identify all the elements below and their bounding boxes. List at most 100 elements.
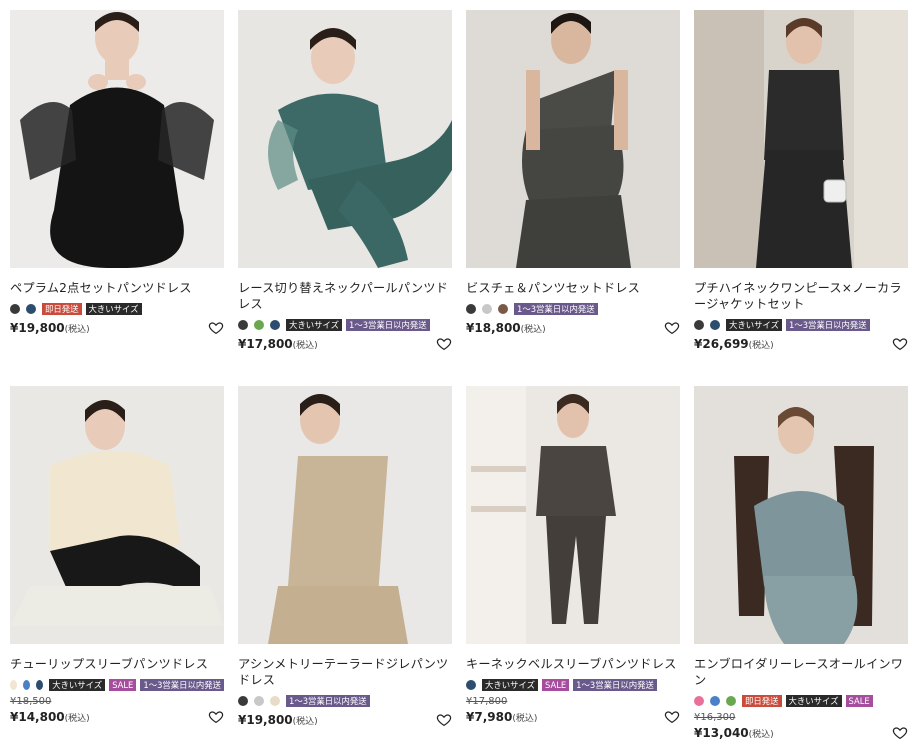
price-value: ¥19,800 — [10, 321, 65, 335]
badge-ship-1-3-days: 1〜3営業日以内発送 — [573, 679, 657, 691]
badge-sale: SALE — [845, 695, 873, 707]
product-photo[interactable] — [238, 10, 452, 268]
favorite-heart-icon[interactable] — [208, 320, 224, 336]
price-value: ¥18,800 — [466, 321, 521, 335]
badge-ship-1-3-days: 1〜3営業日以内発送 — [286, 695, 370, 707]
price: ¥18,800(税込) — [466, 321, 546, 335]
badge-sale: SALE — [109, 679, 137, 691]
color-swatch[interactable] — [498, 304, 508, 314]
color-swatch[interactable] — [694, 320, 704, 330]
color-swatch[interactable] — [482, 304, 492, 314]
price: ¥19,800(税込) — [238, 713, 318, 727]
badge-ship-1-3-days: 1〜3営業日以内発送 — [346, 319, 430, 331]
price-value: ¥13,040 — [694, 726, 749, 740]
price-row: ¥14,800(税込) — [10, 709, 224, 725]
color-swatch[interactable] — [710, 320, 720, 330]
color-swatch[interactable] — [23, 680, 31, 690]
color-swatch[interactable] — [254, 696, 264, 706]
badge-large-size: 大きいサイズ — [726, 319, 782, 331]
tax-label: (税込) — [520, 325, 546, 335]
price: ¥26,699(税込) — [694, 337, 774, 351]
badge-large-size: 大きいサイズ — [482, 679, 538, 691]
product-card[interactable]: レース切り替えネックパールパンツドレス 大きいサイズ 1〜3営業日以内発送 ¥1… — [238, 10, 452, 352]
favorite-heart-icon[interactable] — [664, 320, 680, 336]
product-image — [694, 386, 908, 644]
product-photo[interactable] — [10, 10, 224, 268]
color-swatch[interactable] — [726, 696, 736, 706]
badge-ship-1-3-days: 1〜3営業日以内発送 — [514, 303, 598, 315]
price-row: ¥7,980(税込) — [466, 709, 680, 725]
product-photo[interactable] — [694, 386, 908, 644]
product-card[interactable]: チューリップスリーブパンツドレス 大きいサイズ SALE 1〜3営業日以内発送 … — [10, 386, 225, 725]
product-title[interactable]: ビスチェ＆パンツセットドレス — [466, 280, 680, 296]
price-row: ¥19,800(税込) — [10, 320, 224, 336]
badge-large-size: 大きいサイズ — [49, 679, 106, 691]
price-row: ¥18,800(税込) — [466, 320, 680, 336]
product-photo[interactable] — [466, 10, 680, 268]
badge-large-size: 大きいサイズ — [785, 695, 842, 707]
product-title[interactable]: チューリップスリーブパンツドレス — [10, 656, 224, 672]
tax-label: (税込) — [748, 341, 774, 351]
tax-label: (税込) — [748, 730, 774, 740]
product-photo[interactable] — [238, 386, 452, 644]
product-meta: 即日発送 大きいサイズ SALE — [694, 694, 908, 708]
product-card[interactable]: プチハイネックワンピース×ノーカラージャケットセット 大きいサイズ 1〜3営業日… — [694, 10, 908, 352]
badge-large-size: 大きいサイズ — [286, 319, 342, 331]
price: ¥7,980(税込) — [466, 710, 537, 724]
color-swatch[interactable] — [710, 696, 720, 706]
product-meta: 大きいサイズ SALE 1〜3営業日以内発送 — [466, 678, 680, 692]
badge-large-size: 大きいサイズ — [85, 303, 142, 315]
color-swatch[interactable] — [466, 680, 476, 690]
product-card[interactable]: ビスチェ＆パンツセットドレス 1〜3営業日以内発送 ¥18,800(税込) — [466, 10, 680, 336]
favorite-heart-icon[interactable] — [208, 709, 224, 725]
color-swatch[interactable] — [270, 320, 280, 330]
tax-label: (税込) — [292, 717, 318, 727]
badge-same-day: 即日発送 — [42, 303, 82, 315]
product-photo[interactable] — [694, 10, 908, 268]
favorite-heart-icon[interactable] — [664, 709, 680, 725]
product-image — [466, 10, 680, 268]
favorite-heart-icon[interactable] — [892, 725, 908, 741]
product-card[interactable]: ペプラム2点セットパンツドレス 即日発送 大きいサイズ ¥19,800(税込) — [10, 10, 224, 336]
color-swatch[interactable] — [466, 304, 476, 314]
color-swatch[interactable] — [694, 696, 704, 706]
product-photo[interactable] — [466, 386, 680, 644]
color-swatch[interactable] — [10, 304, 20, 314]
product-image — [10, 10, 224, 268]
price-value: ¥19,800 — [238, 713, 293, 727]
color-swatch[interactable] — [238, 696, 248, 706]
badge-ship-1-3-days: 1〜3営業日以内発送 — [140, 679, 225, 691]
product-card[interactable]: キーネックベルスリーブパンツドレス 大きいサイズ SALE 1〜3営業日以内発送… — [466, 386, 680, 725]
price-value: ¥14,800 — [10, 710, 65, 724]
color-swatch[interactable] — [238, 320, 248, 330]
favorite-heart-icon[interactable] — [436, 336, 452, 352]
product-title[interactable]: エンブロイダリーレースオールインワン — [694, 656, 908, 688]
product-meta: 1〜3営業日以内発送 — [466, 302, 680, 316]
product-title[interactable]: プチハイネックワンピース×ノーカラージャケットセット — [694, 280, 908, 312]
product-meta: 大きいサイズ 1〜3営業日以内発送 — [694, 318, 908, 332]
price: ¥17,800(税込) — [238, 337, 318, 351]
original-price: ¥16,300 — [694, 712, 736, 723]
product-photo[interactable] — [10, 386, 224, 644]
price-value: ¥7,980 — [466, 710, 513, 724]
product-grid: ペプラム2点セットパンツドレス 即日発送 大きいサイズ ¥19,800(税込) — [0, 0, 916, 744]
favorite-heart-icon[interactable] — [892, 336, 908, 352]
price-row: ¥19,800(税込) — [238, 712, 452, 728]
original-price: ¥17,800 — [466, 696, 508, 707]
original-price: ¥18,500 — [10, 696, 52, 707]
price-value: ¥26,699 — [694, 337, 749, 351]
color-swatch[interactable] — [36, 680, 44, 690]
product-title[interactable]: アシンメトリーテーラードジレパンツドレス — [238, 656, 452, 688]
color-swatch[interactable] — [270, 696, 280, 706]
product-title[interactable]: ペプラム2点セットパンツドレス — [10, 280, 224, 296]
color-swatch[interactable] — [10, 680, 18, 690]
product-card[interactable]: アシンメトリーテーラードジレパンツドレス 1〜3営業日以内発送 ¥19,800(… — [238, 386, 452, 728]
product-title[interactable]: キーネックベルスリーブパンツドレス — [466, 656, 680, 672]
color-swatch[interactable] — [26, 304, 36, 314]
color-swatch[interactable] — [254, 320, 264, 330]
product-image — [466, 386, 680, 644]
product-title[interactable]: レース切り替えネックパールパンツドレス — [238, 280, 452, 312]
favorite-heart-icon[interactable] — [436, 712, 452, 728]
product-card[interactable]: エンブロイダリーレースオールインワン 即日発送 大きいサイズ SALE ¥16,… — [694, 386, 908, 741]
product-image — [238, 10, 452, 268]
